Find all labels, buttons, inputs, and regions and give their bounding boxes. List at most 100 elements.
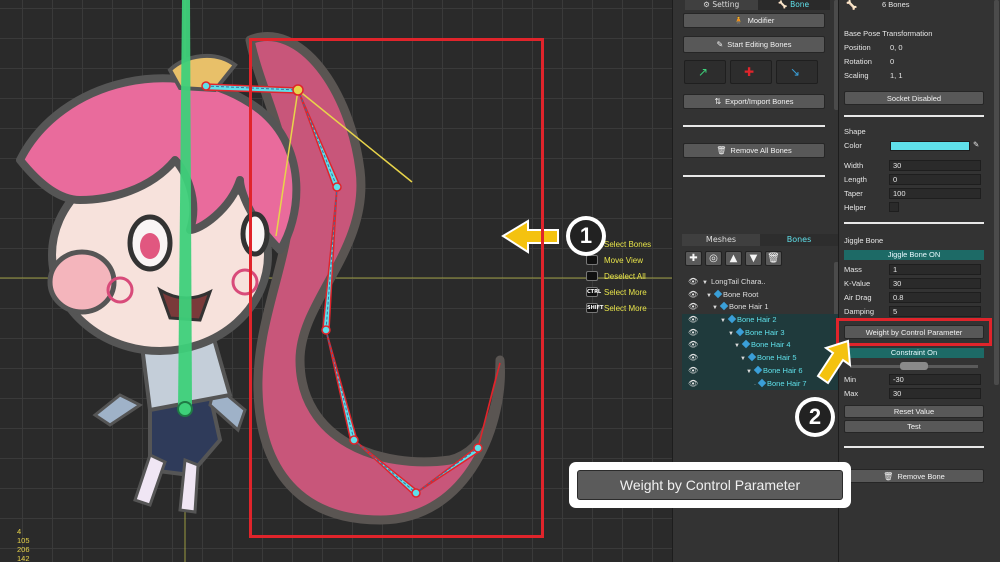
tab-setting[interactable]: ⚙ Setting [685,0,758,10]
expand-arrow-icon[interactable]: ▼ [702,280,708,286]
tab-bone[interactable]: 🦴 Bone [757,0,830,10]
constraint-on-toggle[interactable]: Constraint On [844,348,984,358]
jiggle-bone-on-toggle[interactable]: Jiggle Bone ON [844,250,984,260]
tree-row[interactable]: 👁 ▼ Bone Hair 2 [682,314,838,327]
eyedropper-icon[interactable]: ✎ [973,140,979,149]
weight-button-zoom-callout: Weight by Control Parameter [569,462,851,508]
max-field[interactable]: 30 [889,388,981,399]
tab-meshes[interactable]: Meshes [682,234,760,246]
visibility-eye-icon[interactable]: 👁 [688,301,698,314]
export-import-bones-button[interactable]: ⇅ Export/Import Bones [683,94,825,109]
mouse-right-icon [586,271,598,281]
add-bone-tool-button[interactable]: ↗ [684,60,726,84]
visibility-eye-icon[interactable]: 👁 [688,378,698,391]
export-icon: ⇅ [714,97,722,106]
ctrl-key-icon: CTRL [586,287,602,297]
slider-handle[interactable] [900,362,928,370]
bone-node-icon [741,340,751,349]
jiggle-title: Jiggle Bone [844,236,884,245]
expand-arrow-icon[interactable]: ▼ [720,318,726,324]
tree-row[interactable]: 👁 ▼ Bone Hair 1 [682,301,838,314]
divider [683,125,825,127]
remove-all-bones-button[interactable]: 🗑 Remove All Bones [683,143,825,158]
move-up-icon[interactable]: ▲ [725,251,742,266]
expand-arrow-icon[interactable]: ▼ [734,343,740,349]
socket-disabled-button[interactable]: Socket Disabled [844,91,984,105]
length-field[interactable]: 0 [889,174,981,185]
expand-arrow-icon[interactable]: ▼ [728,331,734,337]
hierarchy-toolbar: ✚ ◎ ▲ ▼ 🗑 [685,251,782,266]
tree-row[interactable]: 👁 ▼ Bone Root [682,289,838,302]
expand-arrow-icon[interactable]: ▼ [706,293,712,299]
reset-value-button[interactable]: Reset Value [844,405,984,418]
link-bone-icon: ✚ [744,65,755,79]
bone-node-icon [713,289,723,298]
width-field[interactable]: 30 [889,160,981,171]
delete-icon[interactable]: 🗑 [765,251,782,266]
expand-arrow-icon[interactable]: ▼ [746,369,752,375]
add-bone-icon: ↗ [698,65,709,79]
trash-icon: 🗑 [716,146,727,155]
weight-by-control-parameter-button[interactable]: Weight by Control Parameter [844,325,984,339]
right-scrollbar[interactable] [994,0,999,385]
divider [683,175,825,177]
step-badge-1: 1 [566,216,606,256]
add-icon[interactable]: ✚ [685,251,702,266]
expand-arrow-icon[interactable]: ▼ [712,305,718,311]
divider [844,222,984,224]
kvalue-field[interactable]: 30 [889,278,981,289]
expand-arrow-icon[interactable]: ▼ [740,356,746,362]
move-down-icon[interactable]: ▼ [745,251,762,266]
tree-row[interactable]: 👁 ▼ LongTail Chara.. [682,276,838,289]
mouse-middle-icon [586,255,598,265]
shift-key-icon: SHIFT [586,303,604,313]
rotation-value: 0 [890,57,895,66]
shape-title: Shape [844,127,866,136]
bone-icon: 🦴 [778,0,791,9]
visibility-eye-icon[interactable]: 👁 [688,276,698,289]
step-badge-2: 2 [795,397,835,437]
bone-node-icon [757,378,767,387]
bones-icon: 🦴 [846,0,858,10]
airdrag-field[interactable]: 0.8 [889,292,981,303]
edit-bones-icon: ✎ [716,40,724,49]
damping-field[interactable]: 5 [889,306,981,317]
taper-field[interactable]: 100 [889,188,981,199]
min-field[interactable]: -30 [889,374,981,385]
bones-count: 6 Bones [882,0,910,9]
visibility-eye-icon[interactable]: 👁 [688,365,698,378]
start-editing-bones-button[interactable]: ✎ Start Editing Bones [683,36,825,53]
helper-checkbox[interactable] [889,202,899,212]
modifier-icon: 🧍 [733,16,744,25]
visibility-eye-icon[interactable]: 👁 [688,352,698,365]
move-bone-icon: ↘ [790,65,801,79]
position-value: 0, 0 [890,43,903,52]
legend-row: Move View [586,252,651,268]
setting-icon: ⚙ [703,0,713,9]
test-button[interactable]: Test [844,420,984,433]
base-pose-title: Base Pose Transformation [844,29,933,38]
modifier-button[interactable]: 🧍 Modifier [683,13,825,28]
link-bone-tool-button[interactable]: ✚ [730,60,772,84]
legend-row: Deselect All [586,268,651,284]
remove-bone-button[interactable]: 🗑 Remove Bone [844,469,984,483]
pointer-arrow-2 [816,339,852,385]
tab-bones[interactable]: Bones [760,234,838,246]
visibility-eye-icon[interactable]: 👁 [688,289,698,302]
color-swatch[interactable] [890,141,970,151]
bone-node-icon [753,365,763,375]
bone-node-icon [747,352,757,362]
visibility-eye-icon[interactable]: 👁 [688,339,698,352]
mode-tabs: ⚙ Setting 🦴 Bone [685,0,830,10]
expand-arrow-icon[interactable]: · [754,382,756,388]
hierarchy-tabs: Meshes Bones [682,234,838,246]
visibility-eye-icon[interactable]: 👁 [688,327,698,340]
mass-field[interactable]: 1 [889,264,981,275]
bone-node-icon [735,327,745,336]
layer-icon[interactable]: ◎ [705,251,722,266]
legend-row: SHIFT Select More [586,303,647,313]
viewport-stats: 4 105 206 142 [17,527,30,562]
bone-node-icon [727,314,737,324]
visibility-eye-icon[interactable]: 👁 [688,314,698,327]
move-bone-tool-button[interactable]: ↘ [776,60,818,84]
